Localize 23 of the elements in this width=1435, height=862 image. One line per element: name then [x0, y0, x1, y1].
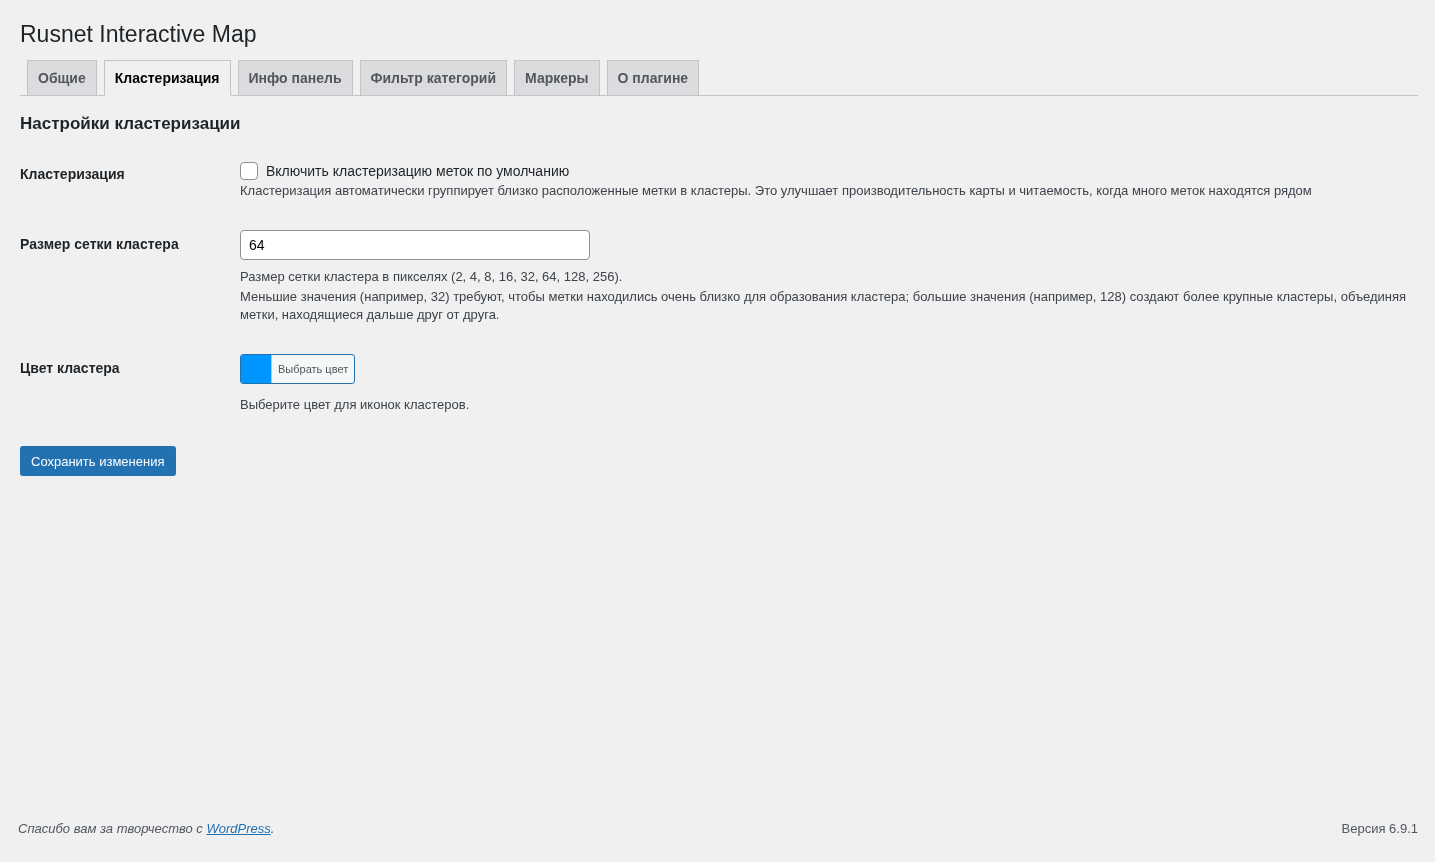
checkbox-label: Включить кластеризацию меток по умолчанию	[266, 163, 570, 179]
color-picker-button[interactable]: Выбрать цвет	[240, 354, 356, 384]
version-text: Версия 6.9.1	[1341, 821, 1418, 836]
field-label: Размер сетки кластера	[20, 235, 180, 254]
tab[interactable]: Общие	[27, 60, 97, 96]
checkbox[interactable]	[240, 162, 258, 180]
tab[interactable]: Фильтр категорий	[359, 60, 508, 96]
field-label: Цвет кластера	[20, 359, 121, 378]
field-description: Кластеризация автоматически группирует близко расположенные метки в кластеры. Это улучшает производительность карты и читаемость, когда много меток находятся рядом	[240, 182, 1313, 200]
field-description: Размер сетки кластера в пикселях (2, 4, 8, 16, 32, 64, 128, 256).	[240, 268, 624, 286]
footer-text: Спасибо вам за творчество с WordPress.	[18, 821, 275, 836]
tab[interactable]: Маркеры	[514, 60, 600, 96]
field-description: Выберите цвет для иконок кластеров.	[240, 396, 471, 414]
field-label: Кластеризация	[20, 165, 126, 184]
tab[interactable]: Кластеризация	[103, 60, 231, 96]
wordpress-link[interactable]: WordPress	[206, 821, 271, 836]
field-description: Меньшие значения (например, 32) требуют, чтобы метки находились очень близко для образования кластера; большие значения (например, 128) создают более крупные кластеры, объединяя метки, находящиеся дальше друг от друга.	[240, 288, 1408, 324]
section-title: Настройки кластеризации	[20, 114, 242, 134]
page-title: Rusnet Interactive Map	[20, 21, 258, 48]
input-field[interactable]: 64	[240, 230, 590, 260]
save-button[interactable]: Сохранить изменения	[20, 446, 176, 476]
tab[interactable]: Инфо панель	[237, 60, 353, 96]
tab[interactable]: О плагине	[606, 60, 700, 96]
